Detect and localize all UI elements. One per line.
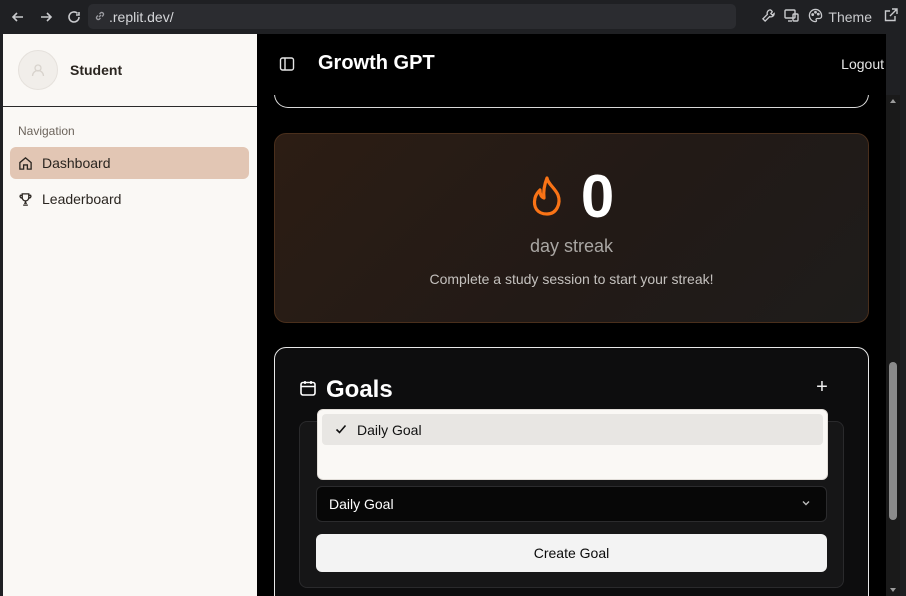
goals-title: Goals <box>326 376 393 403</box>
home-icon <box>18 155 34 171</box>
goal-type-value: Daily Goal <box>329 496 394 512</box>
user-icon <box>31 64 45 77</box>
scrollbar[interactable] <box>886 95 900 596</box>
open-external-icon[interactable] <box>884 8 898 25</box>
dropdown-option-daily[interactable]: Daily Goal <box>322 414 823 445</box>
flame-icon <box>532 176 561 216</box>
forward-arrow-icon[interactable] <box>32 3 60 31</box>
scroll-up-arrow[interactable] <box>890 99 896 103</box>
dropdown-option-label: Weekly Goal <box>357 452 437 469</box>
user-name: Student <box>70 62 123 78</box>
logout-button[interactable]: Logout <box>841 56 884 72</box>
sidebar-item-label: Dashboard <box>42 155 111 171</box>
reload-icon[interactable] <box>60 3 88 31</box>
main-content: Growth GPT Logout 0 day streak Complete … <box>257 34 886 596</box>
dropdown-option-label: Daily Goal <box>357 421 422 438</box>
streak-label: day streak <box>529 236 614 256</box>
scrollbar-thumb[interactable] <box>889 362 897 520</box>
sidebar-toggle-icon[interactable] <box>279 56 297 74</box>
goal-type-dropdown: Daily Goal Weekly Goal <box>317 409 828 480</box>
dropdown-option-weekly[interactable]: Weekly Goal <box>322 445 823 476</box>
page-title: Growth GPT <box>318 52 435 74</box>
avatar <box>18 50 58 90</box>
nav-heading: Navigation <box>18 124 75 138</box>
chevron-down-icon <box>800 496 812 512</box>
link-icon <box>94 9 106 25</box>
address-bar[interactable]: .replit.dev/ <box>88 4 736 29</box>
sidebar-item-dashboard[interactable]: Dashboard <box>10 147 249 179</box>
user-profile[interactable]: Student <box>3 34 257 107</box>
streak-count: 0 <box>580 163 615 230</box>
sidebar-item-label: Leaderboard <box>42 191 122 207</box>
sidebar: Student Navigation Dashboard Leaderboard <box>3 34 257 596</box>
streak-card: 0 day streak Complete a study session to… <box>274 133 869 323</box>
app-frame: Student Navigation Dashboard Leaderboard… <box>0 34 906 596</box>
back-arrow-icon[interactable] <box>4 3 32 31</box>
streak-message: Complete a study session to start your s… <box>429 271 714 287</box>
trophy-icon <box>18 191 34 207</box>
app-header: Growth GPT Logout <box>257 34 886 95</box>
wrench-icon[interactable] <box>761 8 776 26</box>
scroll-down-arrow[interactable] <box>890 588 896 592</box>
check-icon <box>335 424 347 434</box>
theme-button[interactable]: Theme <box>828 9 872 25</box>
browser-toolbar: .replit.dev/ Theme <box>0 0 906 34</box>
devices-icon[interactable] <box>784 8 800 26</box>
calendar-icon <box>299 379 317 402</box>
add-goal-button[interactable]: + <box>814 377 830 397</box>
sidebar-item-leaderboard[interactable]: Leaderboard <box>10 183 249 215</box>
create-goal-button[interactable]: Create Goal <box>316 534 827 572</box>
goal-type-select[interactable]: Daily Goal <box>316 486 827 522</box>
window-edge <box>900 34 906 596</box>
palette-icon[interactable] <box>808 8 823 26</box>
url-text: .replit.dev/ <box>109 8 174 25</box>
